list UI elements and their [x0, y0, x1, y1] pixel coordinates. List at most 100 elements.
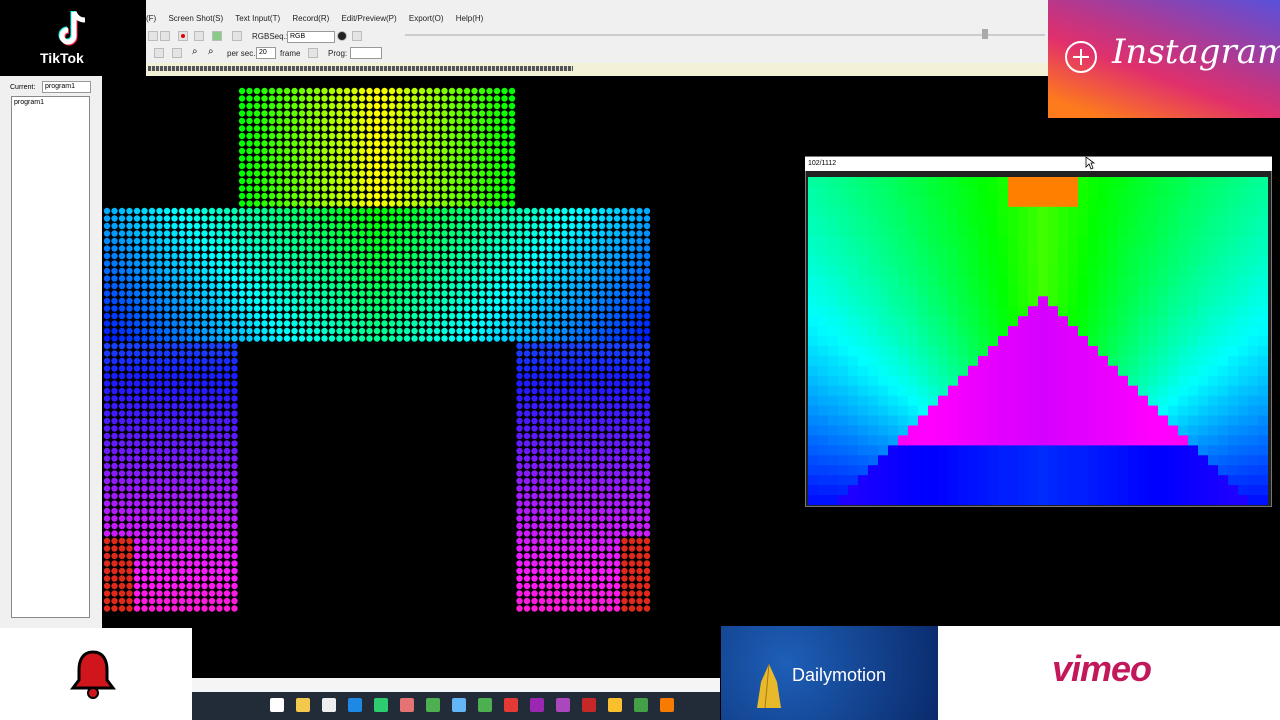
- led-dot: [561, 207, 568, 215]
- led-dot: [306, 290, 313, 297]
- led-dot: [516, 297, 523, 305]
- led-dot: [493, 162, 501, 170]
- app-icon-2[interactable]: [452, 698, 466, 712]
- preview-pixel: [1038, 266, 1049, 277]
- preview-pixel: [938, 495, 949, 505]
- menu-edit-preview[interactable]: Edit/Preview(P): [342, 14, 397, 23]
- program-list-item[interactable]: program1: [14, 99, 87, 106]
- preview-pixel: [1028, 306, 1039, 317]
- chrome-icon[interactable]: [478, 698, 492, 712]
- toolbar-button-8[interactable]: [172, 48, 182, 58]
- toolbar-button-5[interactable]: [232, 31, 242, 41]
- menu-screenshot[interactable]: Screen Shot(S): [168, 14, 223, 23]
- led-dot: [148, 425, 156, 432]
- led-dot: [208, 537, 216, 545]
- app-icon-3[interactable]: [660, 698, 674, 712]
- preview-pixel: [888, 425, 899, 436]
- led-dot: [171, 350, 178, 357]
- led-dot: [636, 492, 643, 500]
- led-dot: [403, 110, 411, 117]
- colorful-app-icon[interactable]: [426, 698, 440, 712]
- led-dot: [313, 305, 321, 312]
- program-list[interactable]: program1: [11, 96, 90, 618]
- led-dot: [621, 605, 628, 612]
- led-dot: [516, 567, 523, 575]
- preview-pixel: [858, 326, 869, 337]
- led-dot: [463, 117, 471, 125]
- menu-help[interactable]: Help(H): [456, 14, 484, 23]
- cube-app-icon[interactable]: [530, 698, 544, 712]
- edge-dev-icon[interactable]: [374, 698, 388, 712]
- led-dot: [478, 132, 486, 140]
- edge-icon[interactable]: [348, 698, 362, 712]
- preview-pixel: [1078, 236, 1089, 247]
- color-button[interactable]: [337, 31, 347, 41]
- toolbar-button-4[interactable]: [212, 31, 222, 41]
- led-dot: [546, 237, 553, 245]
- task-view-icon[interactable]: [270, 698, 284, 712]
- led-dot: [186, 417, 193, 425]
- bell-area: [0, 628, 192, 720]
- preview-pixel: [1178, 395, 1189, 407]
- zoom-out-icon[interactable]: ⌕: [208, 46, 214, 57]
- toolbar-button-2[interactable]: [160, 31, 170, 41]
- toolbar-button-3[interactable]: [194, 31, 204, 41]
- preview-pixel: [1068, 326, 1079, 337]
- toolbar-button-9[interactable]: [308, 48, 318, 58]
- per-sec-input[interactable]: 20: [256, 47, 276, 59]
- preview-pixel: [918, 306, 929, 317]
- store-icon[interactable]: [322, 698, 336, 712]
- preview-pixel: [1228, 395, 1239, 407]
- preview-pixel: [978, 455, 989, 466]
- led-dot: [621, 395, 628, 402]
- led-dot: [133, 462, 141, 470]
- file-explorer-icon[interactable]: [296, 698, 310, 712]
- toolbar-button-6[interactable]: [352, 31, 362, 41]
- led-dot: [103, 327, 111, 335]
- h-app-icon[interactable]: [582, 698, 596, 712]
- preview-pixel: [1208, 256, 1219, 267]
- ic-app-icon[interactable]: [504, 698, 518, 712]
- led-dot: [261, 170, 268, 177]
- led-dot: [403, 132, 411, 140]
- toolbar-button-7[interactable]: [154, 48, 164, 58]
- toolbar-button-1[interactable]: [148, 31, 158, 41]
- led-dot: [253, 192, 261, 200]
- preview-pixel: [1248, 196, 1259, 208]
- preview-pixel: [1028, 256, 1039, 267]
- preview-pixel: [868, 316, 879, 327]
- led-dot: [223, 470, 231, 477]
- led-dot: [606, 342, 613, 350]
- rgbseq-input[interactable]: RGB: [287, 31, 335, 43]
- frame-slider-thumb[interactable]: [982, 29, 988, 39]
- preview-pixel: [828, 326, 839, 337]
- menu-text-input[interactable]: Text Input(T): [235, 14, 280, 23]
- led-dot: [643, 560, 651, 567]
- prog-input[interactable]: [350, 47, 382, 59]
- preview-pixel: [1118, 226, 1129, 238]
- cube-app-icon-2[interactable]: [556, 698, 570, 712]
- chrome-icon-2[interactable]: [608, 698, 622, 712]
- led-dot: [598, 500, 606, 507]
- frame-slider-track[interactable]: [405, 34, 1045, 36]
- led-dot: [621, 267, 628, 275]
- app-icon[interactable]: [400, 698, 414, 712]
- current-input[interactable]: program1: [42, 81, 91, 93]
- led-dot: [111, 590, 118, 597]
- menu-export[interactable]: Export(O): [409, 14, 444, 23]
- preview-pixel: [1178, 405, 1189, 416]
- rm-app-icon[interactable]: [634, 698, 648, 712]
- preview-pixel: [1158, 296, 1169, 307]
- preview-pixel: [1078, 206, 1089, 218]
- led-dot: [118, 297, 126, 305]
- preview-pixel: [1198, 395, 1209, 407]
- led-dot: [486, 290, 493, 297]
- menu-file[interactable]: (F): [146, 14, 156, 23]
- zoom-in-icon[interactable]: ⌕: [192, 46, 198, 57]
- preview-pixel: [838, 475, 849, 486]
- led-dot: [358, 245, 366, 252]
- led-dot: [178, 485, 186, 492]
- preview-pixel: [1158, 346, 1169, 357]
- menu-record[interactable]: Record(R): [292, 14, 329, 23]
- record-button[interactable]: [178, 31, 188, 41]
